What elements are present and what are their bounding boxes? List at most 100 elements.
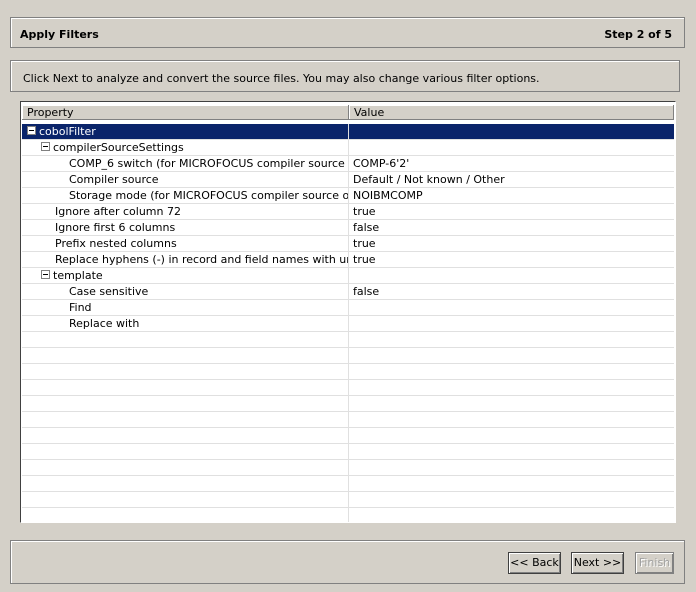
instructions-text: Click Next to analyze and convert the so… bbox=[23, 72, 540, 85]
value-cell[interactable] bbox=[349, 300, 673, 315]
property-cell: Compiler source bbox=[22, 172, 349, 187]
property-cell bbox=[22, 428, 349, 443]
property-label: cobolFilter bbox=[39, 125, 96, 138]
value-cell bbox=[349, 396, 673, 411]
property-cell bbox=[22, 396, 349, 411]
property-cell: COMP_6 switch (for MICROFOCUS compiler s… bbox=[22, 156, 349, 171]
value-cell[interactable]: true bbox=[349, 204, 673, 219]
property-label: Prefix nested columns bbox=[55, 237, 177, 250]
value-cell bbox=[349, 412, 673, 427]
empty-row bbox=[22, 348, 674, 364]
value-cell[interactable]: Default / Not known / Other bbox=[349, 172, 673, 187]
value-cell bbox=[349, 492, 673, 507]
property-cell bbox=[22, 476, 349, 491]
column-header-property[interactable]: Property bbox=[22, 105, 349, 120]
empty-row bbox=[22, 460, 674, 476]
table-row[interactable]: Compiler source Default / Not known / Oth… bbox=[22, 172, 674, 188]
table-row[interactable]: Case sensitive false bbox=[22, 284, 674, 300]
table-row[interactable]: Replace hyphens (-) in record and field … bbox=[22, 252, 674, 268]
table-row[interactable]: template bbox=[22, 268, 674, 284]
property-label: Replace hyphens (-) in record and field … bbox=[55, 253, 348, 266]
property-label: template bbox=[53, 269, 103, 282]
property-grid[interactable]: Property Value cobolFilter compilerSource… bbox=[20, 101, 676, 523]
property-label: Ignore after column 72 bbox=[55, 205, 181, 218]
value-cell bbox=[349, 444, 673, 459]
empty-row bbox=[22, 492, 674, 508]
property-cell bbox=[22, 332, 349, 347]
empty-row bbox=[22, 364, 674, 380]
table-row[interactable]: cobolFilter bbox=[22, 124, 674, 140]
value-cell[interactable]: false bbox=[349, 220, 673, 235]
value-cell[interactable] bbox=[349, 268, 673, 283]
property-cell: template bbox=[22, 268, 349, 283]
property-label: COMP_6 switch (for MICROFOCUS compiler s… bbox=[69, 157, 349, 170]
collapse-icon[interactable] bbox=[41, 270, 50, 279]
property-cell: Find bbox=[22, 300, 349, 315]
table-row[interactable]: Ignore first 6 columns false bbox=[22, 220, 674, 236]
property-cell bbox=[22, 492, 349, 507]
property-cell bbox=[22, 348, 349, 363]
property-label: Find bbox=[69, 301, 92, 314]
table-row[interactable]: compilerSourceSettings bbox=[22, 140, 674, 156]
property-label: Ignore first 6 columns bbox=[55, 221, 176, 234]
empty-row bbox=[22, 332, 674, 348]
value-cell bbox=[349, 508, 673, 522]
back-button[interactable]: << Back bbox=[508, 552, 561, 574]
property-label: Replace with bbox=[69, 317, 140, 330]
empty-row bbox=[22, 412, 674, 428]
value-cell[interactable] bbox=[349, 140, 673, 155]
value-cell[interactable] bbox=[349, 124, 673, 139]
property-cell: Replace with bbox=[22, 316, 349, 331]
property-cell: Ignore after column 72 bbox=[22, 204, 349, 219]
empty-row bbox=[22, 380, 674, 396]
table-row[interactable]: Prefix nested columns true bbox=[22, 236, 674, 252]
value-cell bbox=[349, 332, 673, 347]
value-cell bbox=[349, 428, 673, 443]
value-cell[interactable]: true bbox=[349, 236, 673, 251]
collapse-icon[interactable] bbox=[41, 142, 50, 151]
table-row[interactable]: Find bbox=[22, 300, 674, 316]
property-cell bbox=[22, 380, 349, 395]
collapse-icon[interactable] bbox=[27, 126, 36, 135]
value-cell bbox=[349, 380, 673, 395]
table-row[interactable]: Storage mode (for MICROFOCUS compiler so… bbox=[22, 188, 674, 204]
table-row[interactable]: Ignore after column 72 true bbox=[22, 204, 674, 220]
property-label: compilerSourceSettings bbox=[53, 141, 184, 154]
property-label: Compiler source bbox=[69, 173, 159, 186]
value-cell bbox=[349, 364, 673, 379]
property-cell: Storage mode (for MICROFOCUS compiler so… bbox=[22, 188, 349, 203]
property-cell bbox=[22, 508, 349, 522]
property-rows: cobolFilter compilerSourceSettings COMP_6 … bbox=[22, 124, 674, 522]
wizard-footer: << Back Next >> Finish bbox=[10, 540, 685, 584]
property-label: Case sensitive bbox=[69, 285, 149, 298]
property-cell bbox=[22, 460, 349, 475]
property-cell: compilerSourceSettings bbox=[22, 140, 349, 155]
table-row[interactable]: COMP_6 switch (for MICROFOCUS compiler s… bbox=[22, 156, 674, 172]
property-cell bbox=[22, 444, 349, 459]
value-cell[interactable]: NOIBMCOMP bbox=[349, 188, 673, 203]
value-cell bbox=[349, 348, 673, 363]
empty-row bbox=[22, 428, 674, 444]
property-cell: cobolFilter bbox=[22, 124, 349, 139]
value-cell[interactable]: true bbox=[349, 252, 673, 267]
page-title: Apply Filters bbox=[20, 28, 99, 41]
property-cell bbox=[22, 412, 349, 427]
next-button[interactable]: Next >> bbox=[571, 552, 624, 574]
table-row[interactable]: Replace with bbox=[22, 316, 674, 332]
property-cell: Case sensitive bbox=[22, 284, 349, 299]
instructions-panel: Click Next to analyze and convert the so… bbox=[10, 60, 680, 92]
empty-row bbox=[22, 396, 674, 412]
step-indicator: Step 2 of 5 bbox=[604, 28, 672, 41]
value-cell[interactable]: COMP-6'2' bbox=[349, 156, 673, 171]
finish-button[interactable]: Finish bbox=[635, 552, 674, 574]
property-cell: Prefix nested columns bbox=[22, 236, 349, 251]
empty-row bbox=[22, 476, 674, 492]
value-cell[interactable]: false bbox=[349, 284, 673, 299]
empty-row bbox=[22, 508, 674, 522]
value-cell bbox=[349, 476, 673, 491]
property-cell: Replace hyphens (-) in record and field … bbox=[22, 252, 349, 267]
column-header-value[interactable]: Value bbox=[349, 105, 674, 120]
empty-row bbox=[22, 444, 674, 460]
wizard-header: Apply Filters Step 2 of 5 bbox=[10, 17, 685, 48]
value-cell[interactable] bbox=[349, 316, 673, 331]
